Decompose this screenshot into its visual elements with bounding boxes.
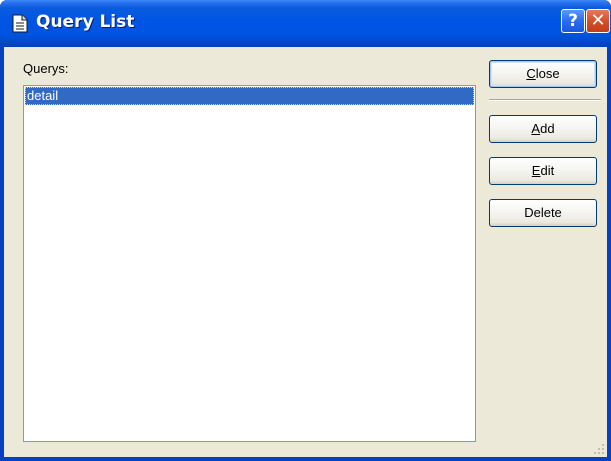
- help-button[interactable]: ?: [561, 9, 585, 33]
- close-button-mnemonic: C: [526, 66, 536, 81]
- add-button-label: dd: [540, 121, 555, 136]
- query-listbox[interactable]: detail: [23, 85, 476, 442]
- document-icon: [12, 14, 28, 33]
- delete-button-label: Delete: [524, 205, 562, 220]
- resize-grip-icon[interactable]: [593, 443, 605, 455]
- window-title: Query List: [36, 12, 135, 32]
- close-icon: ✕: [590, 10, 606, 31]
- query-list-window: Query List ? ✕ Querys: detail Close Add …: [0, 0, 611, 461]
- close-button-label: lose: [535, 66, 560, 81]
- delete-button[interactable]: Delete: [489, 199, 597, 227]
- window-frame-right: [607, 47, 611, 461]
- title-bar[interactable]: Query List ? ✕: [0, 0, 611, 47]
- edit-button-label: dit: [540, 163, 555, 178]
- window-close-button[interactable]: ✕: [586, 9, 610, 33]
- add-button[interactable]: Add: [489, 115, 597, 143]
- edit-button[interactable]: Edit: [489, 157, 597, 185]
- dialog-body: Querys: detail Close Add Edit Delete: [4, 47, 607, 457]
- close-button[interactable]: Close: [489, 60, 597, 88]
- help-icon: ?: [568, 11, 578, 31]
- add-button-mnemonic: A: [531, 121, 541, 136]
- querys-label: Querys:: [23, 61, 69, 76]
- list-item[interactable]: detail: [25, 87, 474, 105]
- button-separator: [489, 99, 601, 101]
- window-frame-bottom: [0, 457, 611, 461]
